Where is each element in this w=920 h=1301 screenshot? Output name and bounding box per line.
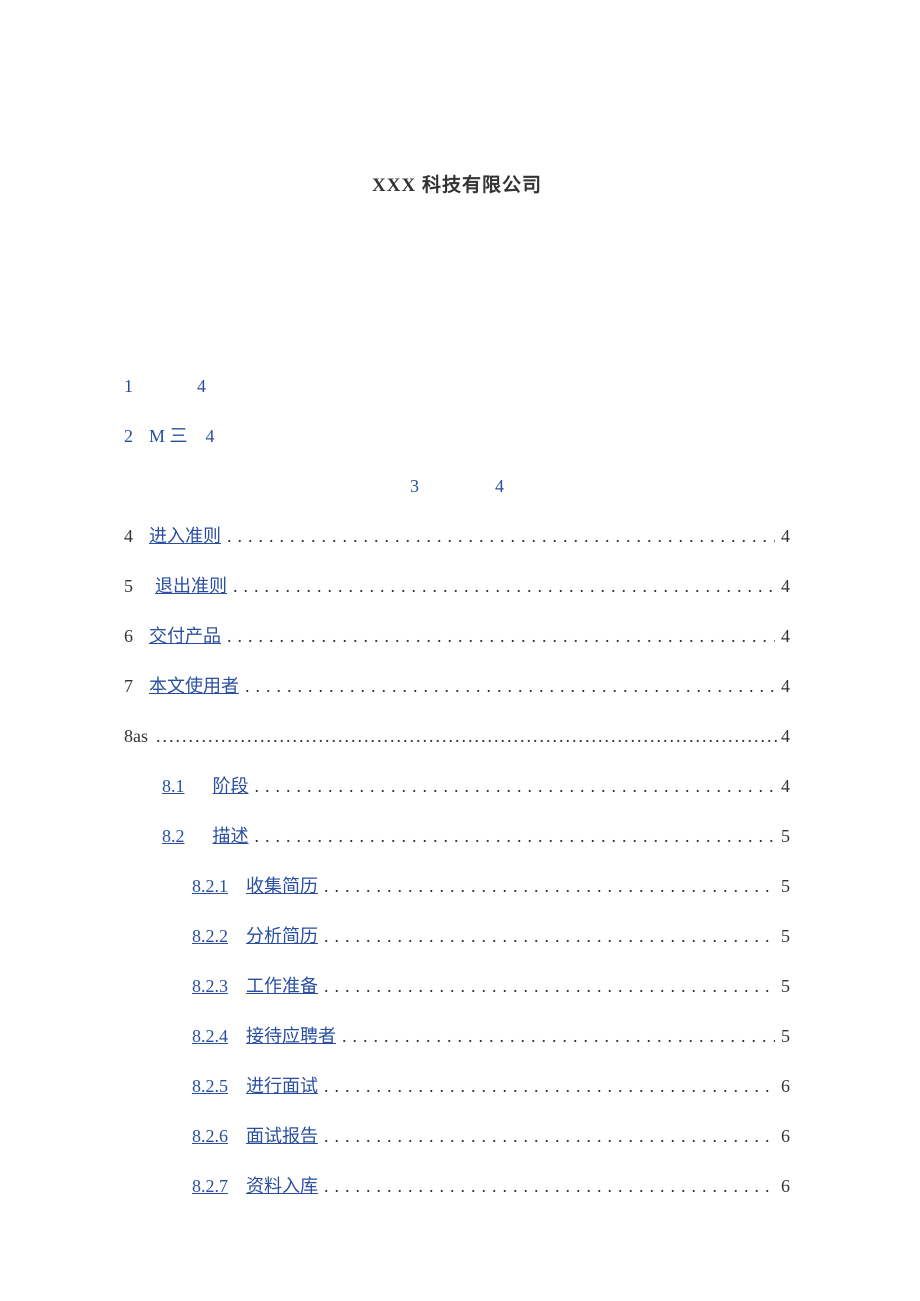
toc-page: 5 [781, 1027, 790, 1045]
toc-num: 8.2.4 [192, 1027, 228, 1045]
toc-entry-8-2-6[interactable]: 8.2.6 面试报告 6 [124, 1127, 790, 1145]
toc-label: 描述 [213, 827, 249, 845]
toc-label: 收集简历 [246, 877, 318, 895]
toc-entry-4[interactable]: 4 进入准则 4 [124, 527, 790, 545]
toc-num: 2 [124, 427, 133, 445]
toc-page: 5 [781, 827, 790, 845]
toc-page: 4 [781, 627, 790, 645]
toc-entry-6[interactable]: 6 交付产品 4 [124, 627, 790, 645]
toc-entry-7[interactable]: 7 本文使用者 4 [124, 677, 790, 695]
toc-entry-3: 3 4 [124, 477, 790, 495]
toc-entry-8-2-4[interactable]: 8.2.4 接待应聘者 5 [124, 1027, 790, 1045]
toc-num: 8as [124, 727, 148, 745]
toc-page: 6 [781, 1127, 790, 1145]
document-page: XXX 科技有限公司 1 4 2 M 三 4 3 4 4 进入准则 4 [0, 0, 920, 1301]
toc-page: 4 [495, 477, 504, 495]
toc-leader [245, 677, 775, 695]
toc-label: 面试报告 [246, 1127, 318, 1145]
company-title: XXX 科技有限公司 [124, 170, 790, 197]
toc-entry-8-2-7[interactable]: 8.2.7 资料入库 6 [124, 1177, 790, 1195]
toc-entry-8-1[interactable]: 8.1 阶段 4 [124, 777, 790, 795]
toc-page: 4 [781, 527, 790, 545]
toc-leader [324, 877, 775, 895]
toc-label: 进入准则 [149, 527, 221, 545]
toc-page: 4 [781, 777, 790, 795]
toc-num: 8.2.1 [192, 877, 228, 895]
toc-entry-5[interactable]: 5 退出准则 4 [124, 577, 790, 595]
toc-label: 阶段 [213, 777, 249, 795]
toc-entry-8: 8as 4 [124, 727, 790, 745]
toc-page: 4 [781, 677, 790, 695]
toc-label: M 三 [149, 427, 188, 445]
toc-leader [324, 1177, 775, 1195]
toc-label: 进行面试 [246, 1077, 318, 1095]
table-of-contents: 1 4 2 M 三 4 3 4 4 进入准则 4 5 退出准则 [124, 377, 790, 1195]
toc-leader [324, 977, 775, 995]
toc-entry-8-2-2[interactable]: 8.2.2 分析简历 5 [124, 927, 790, 945]
toc-label: 交付产品 [149, 627, 221, 645]
toc-page: 5 [781, 927, 790, 945]
toc-num: 6 [124, 627, 133, 645]
toc-label: 资料入库 [246, 1177, 318, 1195]
toc-leader [324, 927, 775, 945]
toc-num: 8.2.5 [192, 1077, 228, 1095]
toc-num: 5 [124, 577, 133, 595]
toc-leader [156, 727, 777, 745]
toc-num: 8.2.6 [192, 1127, 228, 1145]
toc-page: 5 [781, 877, 790, 895]
toc-label: 工作准备 [246, 977, 318, 995]
toc-page: 4 [781, 577, 790, 595]
toc-num: 3 [410, 477, 419, 495]
toc-page: 4 [206, 427, 215, 445]
toc-num: 8.1 [162, 777, 185, 795]
toc-num: 8.2.7 [192, 1177, 228, 1195]
toc-num: 8.2.2 [192, 927, 228, 945]
toc-num: 8.2 [162, 827, 185, 845]
toc-num: 4 [124, 527, 133, 545]
toc-entry-8-2-3[interactable]: 8.2.3 工作准备 5 [124, 977, 790, 995]
toc-label: 接待应聘者 [246, 1027, 336, 1045]
toc-entry-8-2-5[interactable]: 8.2.5 进行面试 6 [124, 1077, 790, 1095]
toc-leader [324, 1127, 775, 1145]
toc-leader [255, 827, 776, 845]
toc-entry-8-2-1[interactable]: 8.2.1 收集简历 5 [124, 877, 790, 895]
toc-entry-2: 2 M 三 4 [124, 427, 790, 445]
toc-leader [255, 777, 776, 795]
toc-leader [227, 627, 775, 645]
toc-leader [342, 1027, 775, 1045]
toc-entry-8-2[interactable]: 8.2 描述 5 [124, 827, 790, 845]
toc-entry-1: 1 4 [124, 377, 790, 395]
toc-leader [233, 577, 775, 595]
toc-num: 1 [124, 377, 133, 395]
toc-label: 分析简历 [246, 927, 318, 945]
toc-page: 4 [197, 377, 206, 395]
toc-page: 4 [781, 727, 790, 745]
toc-num: 8.2.3 [192, 977, 228, 995]
toc-leader [227, 527, 775, 545]
toc-page: 6 [781, 1177, 790, 1195]
toc-label: 退出准则 [155, 577, 227, 595]
toc-page: 5 [781, 977, 790, 995]
toc-label: 本文使用者 [149, 677, 239, 695]
toc-page: 6 [781, 1077, 790, 1095]
toc-num: 7 [124, 677, 133, 695]
toc-leader [324, 1077, 775, 1095]
